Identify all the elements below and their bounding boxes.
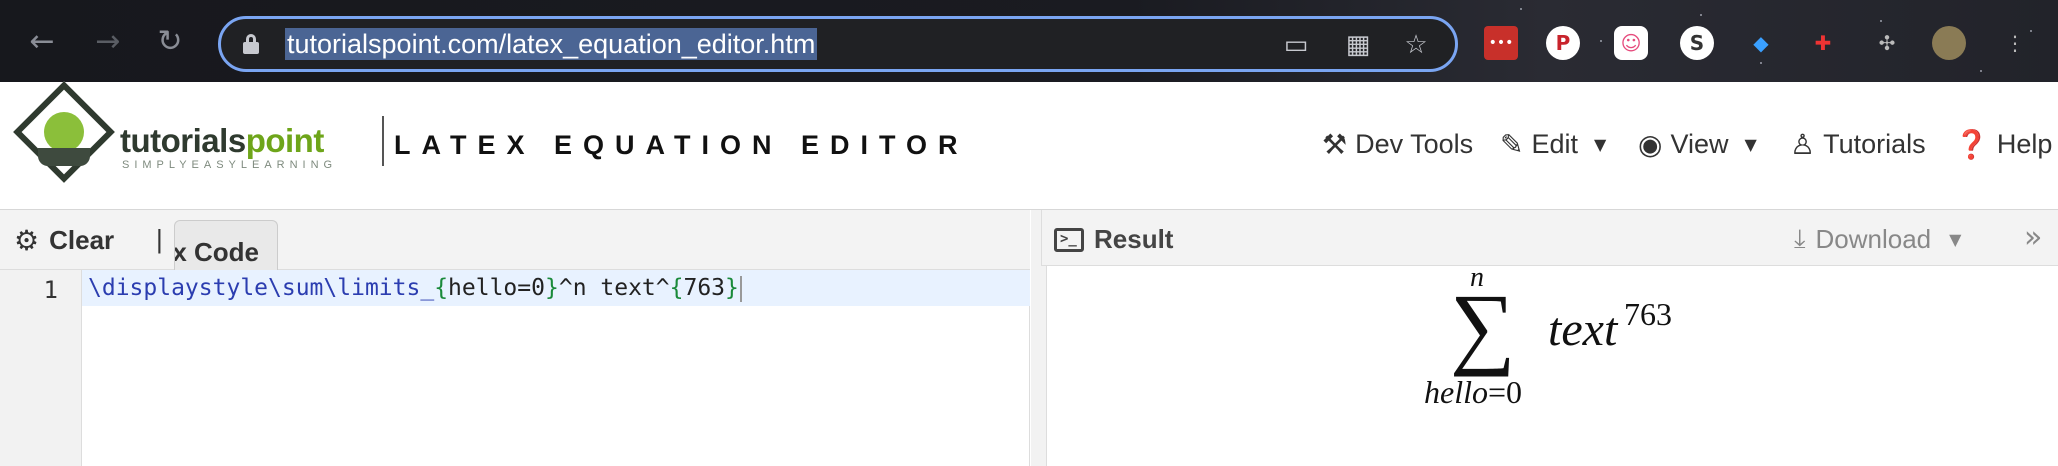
header-divider xyxy=(382,116,384,166)
browser-toolbar: ← → ↻ tutorialspoint.com/latex_equation_… xyxy=(0,0,2058,82)
text-cursor xyxy=(739,275,742,302)
menu-edit[interactable]: ✎ Edit ▼ xyxy=(1500,128,1606,161)
clear-button[interactable]: ⚙ Clear xyxy=(14,224,114,257)
medical-cross-icon[interactable]: ✚ xyxy=(1806,26,1840,60)
profile-avatar[interactable] xyxy=(1932,26,1966,60)
gears-icon: ⚙ xyxy=(14,224,40,257)
editor-toolbar: ⚙ Clear | x Code xyxy=(0,210,1030,270)
menu-view[interactable]: ◉ View ▼ xyxy=(1638,128,1757,161)
collapse-panel-icon[interactable]: » xyxy=(2024,220,2042,255)
menu-help[interactable]: ❓ Help xyxy=(1954,128,2052,161)
reload-button[interactable]: ↻ xyxy=(154,26,186,58)
line-number: 1 xyxy=(43,276,58,304)
latex-code-text[interactable]: \displaystyle\sum\limits_{hello=0}^n tex… xyxy=(88,275,742,302)
cast-icon[interactable]: ▭ xyxy=(1281,30,1311,60)
menu-tutorials[interactable]: ♙ Tutorials xyxy=(1790,128,1926,161)
logo-tagline: SIMPLYEASYLEARNING xyxy=(122,159,338,171)
page-title: LATEX EQUATION EDITOR xyxy=(394,130,969,160)
qr-code-icon[interactable]: ▦ xyxy=(1343,30,1373,60)
edit-icon: ✎ xyxy=(1500,128,1524,161)
line-number-gutter: 1 xyxy=(0,270,82,466)
lock-icon[interactable] xyxy=(243,34,259,54)
forward-button[interactable]: → xyxy=(92,26,124,58)
kebab-menu-icon[interactable]: ⋮ xyxy=(1998,26,2032,60)
download-icon: ⤓ xyxy=(1794,224,1806,254)
code-line[interactable]: \displaystyle\sum\limits_{hello=0}^n tex… xyxy=(82,270,1030,306)
s-icon[interactable]: S xyxy=(1680,26,1714,60)
site-header: tutorialspoint SIMPLYEASYLEARNING LATEX … xyxy=(0,81,2058,210)
help-icon: ❓ xyxy=(1954,128,1989,161)
logo-globe-icon xyxy=(44,112,84,152)
download-button[interactable]: ⤓ Download ▼ xyxy=(1794,224,1961,255)
bookmark-star-icon[interactable]: ☆ xyxy=(1401,30,1431,60)
url-text[interactable]: tutorialspoint.com/latex_equation_editor… xyxy=(285,28,818,60)
tab-latex-code[interactable]: x Code xyxy=(174,220,278,270)
logo-text: tutorialspoint xyxy=(120,122,324,159)
back-button[interactable]: ← xyxy=(26,26,58,58)
menu-dev-tools[interactable]: ⚒ Dev Tools xyxy=(1322,128,1473,161)
pinterest-icon[interactable]: P xyxy=(1546,26,1580,60)
equation-exponent: 763 xyxy=(1624,296,1672,332)
result-heading: >_ Result xyxy=(1054,224,1173,255)
eye-icon: ◉ xyxy=(1638,128,1663,161)
result-toolbar: >_ Result ⤓ Download ▼ » xyxy=(1041,210,2058,266)
ghost-icon[interactable]: ☺ xyxy=(1614,26,1648,60)
tutorials-icon: ♙ xyxy=(1790,128,1816,161)
chevron-down-icon: ▼ xyxy=(1744,135,1757,154)
wrench-hammer-icon: ⚒ xyxy=(1322,128,1348,161)
sum-lower-limit: hello=0 xyxy=(1424,374,1523,410)
logo-book-icon xyxy=(38,148,90,166)
equation-body: text xyxy=(1548,303,1618,356)
lastpass-icon[interactable]: ••• xyxy=(1484,26,1518,60)
terminal-icon: >_ xyxy=(1054,227,1084,252)
code-editor-panel: ⚙ Clear | x Code 1 \displaystyle\sum\lim… xyxy=(0,210,1030,466)
address-bar[interactable]: tutorialspoint.com/latex_equation_editor… xyxy=(218,16,1458,72)
sum-symbol: ∑ xyxy=(1450,275,1516,377)
chevron-down-icon: ▼ xyxy=(1949,230,1962,249)
chevron-down-icon: ▼ xyxy=(1594,135,1607,154)
puzzle-icon[interactable]: ✣ xyxy=(1870,26,1904,60)
toolbar-separator: | xyxy=(156,224,163,254)
diamond-icon[interactable]: ◆ xyxy=(1744,26,1778,60)
